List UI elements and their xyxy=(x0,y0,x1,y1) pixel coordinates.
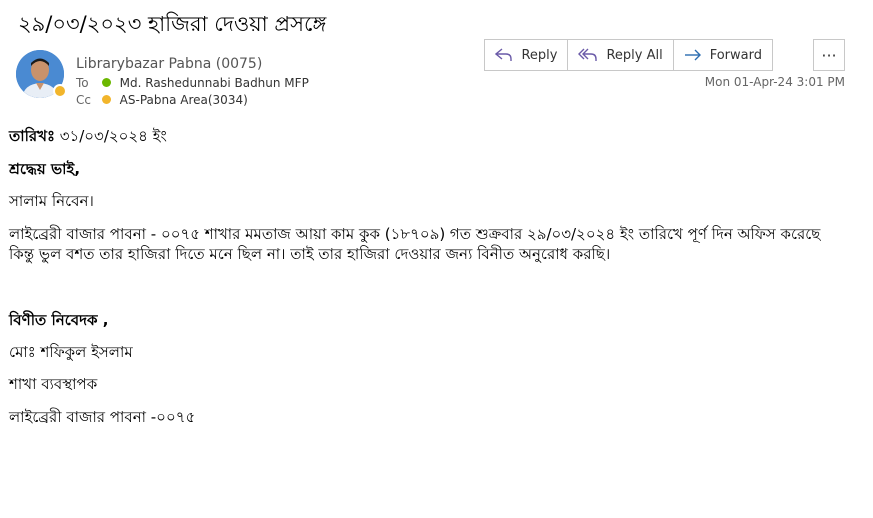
presence-away-icon xyxy=(101,95,111,104)
cc-row: Cc AS-Pabna Area(3034) xyxy=(76,93,248,107)
email-subject: ২৯/০৩/২০২৩ হাজিরা দেওয়া প্রসঙ্গে xyxy=(18,12,327,36)
more-icon: ··· xyxy=(821,45,837,65)
reply-label: Reply xyxy=(521,47,558,63)
cc-label: Cc xyxy=(76,93,91,107)
reply-all-icon xyxy=(578,48,598,61)
to-label: To xyxy=(76,76,89,90)
message-actions: Reply Reply All Forward xyxy=(484,39,773,71)
reply-icon xyxy=(495,48,513,61)
email-header: Librarybazar Pabna (0075) To Md. Rashedu… xyxy=(16,39,845,108)
body-line-2: কিন্তু ভুল বশত তার হাজিরা দিতে মনে ছিল ন… xyxy=(9,245,611,263)
forward-label: Forward xyxy=(709,47,762,63)
reply-all-button[interactable]: Reply All xyxy=(568,40,674,70)
body-line-1: লাইব্রেরী বাজার পাবনা - ০০৭৫ শাখার মমতাজ… xyxy=(9,225,821,243)
presence-away-icon xyxy=(53,84,67,98)
reply-button[interactable]: Reply xyxy=(485,40,569,70)
greeting: শ্রদ্ধেয় ভাই, xyxy=(9,160,81,178)
date-value: ৩১/০৩/২০২৪ ইং xyxy=(55,127,167,145)
signature-name: মোঃ শফিকুল ইসলাম xyxy=(9,343,133,361)
presence-available-icon xyxy=(101,78,111,87)
reply-all-label: Reply All xyxy=(606,47,663,63)
to-row: To Md. Rashedunnabi Badhun MFP xyxy=(76,76,309,90)
sender-name[interactable]: Librarybazar Pabna (0075) xyxy=(76,56,262,72)
more-actions-button[interactable]: ··· xyxy=(813,39,845,71)
signature-title: শাখা ব্যবস্থাপক xyxy=(9,375,98,393)
signature-branch: লাইব্রেরী বাজার পাবনা -০০৭৫ xyxy=(9,408,196,426)
closing: বিণীত নিবেদক , xyxy=(9,311,109,329)
cc-recipient[interactable]: AS-Pabna Area(3034) xyxy=(120,93,248,107)
date-label: তারিখঃ xyxy=(9,127,55,145)
forward-button[interactable]: Forward xyxy=(674,40,772,70)
forward-arrow-icon xyxy=(684,49,701,61)
date-line: তারিখঃ ৩১/০৩/২০২৪ ইং xyxy=(9,126,167,147)
to-recipient[interactable]: Md. Rashedunnabi Badhun MFP xyxy=(120,76,309,90)
salutation: সালাম নিবেন। xyxy=(9,192,94,210)
sent-date: Mon 01-Apr-24 3:01 PM xyxy=(704,75,845,89)
